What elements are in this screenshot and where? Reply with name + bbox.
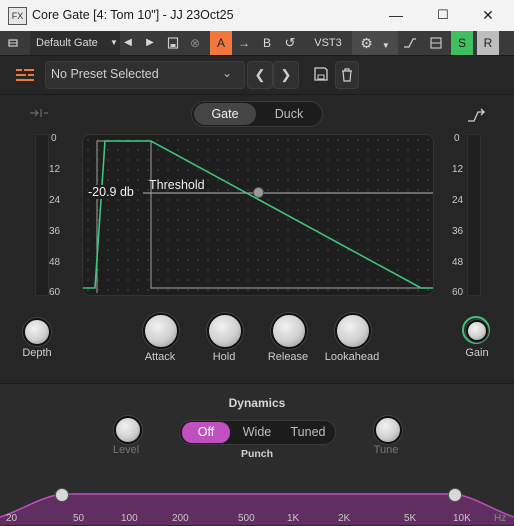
solo-button[interactable]: S xyxy=(451,31,473,55)
next-preset-button[interactable]: ❯ xyxy=(273,61,299,89)
close-button[interactable]: ✕ xyxy=(472,3,504,27)
delete-preset-button[interactable] xyxy=(335,61,359,89)
depth-label: Depth xyxy=(22,347,52,359)
punch-selector: Off Wide Tuned xyxy=(179,420,336,445)
mode-gate-option[interactable]: Gate xyxy=(194,103,256,125)
freq-tick-50: 50 xyxy=(73,513,85,524)
external-sidechain-icon[interactable] xyxy=(467,108,485,129)
freq-tick-10k: 10K xyxy=(453,513,471,524)
undo-icon[interactable]: ↺ xyxy=(282,31,298,55)
trash-icon xyxy=(342,68,352,82)
attack-label: Attack xyxy=(144,351,176,363)
gate-curve xyxy=(83,140,433,289)
tune-label: Tune xyxy=(373,444,399,456)
meter-scale-right-36: 36 xyxy=(452,226,464,237)
plugin-toolbar: Default Gate ▼ ◀ ▶ ⊗ A → B ↺ VST3 ⚙ ▼ S … xyxy=(0,31,514,56)
threshold-label: Threshold xyxy=(149,178,205,192)
mode-selector: Gate Duck xyxy=(191,101,323,127)
high-cut-handle[interactable] xyxy=(448,488,462,502)
window-title: Core Gate [4: Tom 10"] - JJ 23Oct25 xyxy=(32,8,234,22)
gain-label: Gain xyxy=(465,347,489,359)
preset-bar: No Preset Selected ⌄ ❮ ❯ xyxy=(0,56,514,95)
chevron-left-icon: ❮ xyxy=(254,67,266,82)
release-knob[interactable] xyxy=(271,313,307,349)
meter-scale-left-48: 48 xyxy=(49,257,61,268)
punch-label: Punch xyxy=(240,448,274,460)
pin-icon[interactable] xyxy=(4,31,22,55)
freq-tick-2k: 2K xyxy=(338,513,351,524)
sidechain-input-icon[interactable] xyxy=(30,106,48,124)
meter-scale-left-60: 60 xyxy=(49,287,61,298)
level-knob[interactable] xyxy=(114,416,142,444)
tune-knob[interactable] xyxy=(374,416,402,444)
freq-unit: Hz xyxy=(494,513,507,524)
depth-knob[interactable] xyxy=(23,318,51,346)
ab-b-button[interactable]: B xyxy=(259,31,275,55)
meter-scale-left-0: 0 xyxy=(51,133,57,144)
release-label: Release xyxy=(267,351,309,363)
copy-a-to-b-icon[interactable]: → xyxy=(236,31,252,55)
meter-scale-left-12: 12 xyxy=(49,164,61,175)
toolbar-preset-label: Default Gate xyxy=(36,37,98,49)
chevron-down-icon: ▼ xyxy=(110,38,118,47)
input-meter xyxy=(35,134,49,296)
sidechain-routing-icon[interactable] xyxy=(402,31,418,55)
level-label: Level xyxy=(112,444,140,456)
meter-scale-left-24: 24 xyxy=(49,195,61,206)
preset-name: No Preset Selected xyxy=(51,67,159,81)
meter-scale-left-36: 36 xyxy=(49,226,61,237)
maximize-button[interactable]: ☐ xyxy=(427,3,459,27)
save-icon[interactable] xyxy=(166,31,180,55)
menu-icon[interactable] xyxy=(16,67,34,88)
chevron-down-icon: ▼ xyxy=(381,41,390,50)
plugin-format-label: VST3 xyxy=(314,37,342,49)
window-title-bar: FX Core Gate [4: Tom 10"] - JJ 23Oct25 —… xyxy=(0,0,514,31)
chevron-down-icon: ⌄ xyxy=(222,66,233,80)
settings-menu[interactable]: ⚙ ▼ xyxy=(352,31,398,55)
window-layout-icon[interactable] xyxy=(428,31,444,55)
chevron-right-icon: ❯ xyxy=(280,67,292,82)
output-meter xyxy=(467,134,481,296)
bypass-icon[interactable]: ⊗ xyxy=(188,31,202,55)
freq-tick-20: 20 xyxy=(6,513,18,524)
attack-knob[interactable] xyxy=(143,313,179,349)
meter-scale-right-12: 12 xyxy=(452,164,464,175)
meter-scale-right-0: 0 xyxy=(454,133,460,144)
freq-tick-500: 500 xyxy=(238,513,255,524)
envelope-outline xyxy=(96,140,428,293)
toolbar-preset-menu[interactable]: Default Gate ▼ xyxy=(30,31,120,55)
punch-off-option[interactable]: Off xyxy=(182,422,230,443)
minimize-button[interactable]: — xyxy=(380,3,412,27)
freq-tick-1k: 1K xyxy=(287,513,300,524)
gate-envelope-display[interactable]: -20.9 db Threshold xyxy=(82,134,434,296)
meter-scale-right-60: 60 xyxy=(452,287,464,298)
record-button[interactable]: R xyxy=(477,31,499,55)
previous-preset-button[interactable]: ❮ xyxy=(247,61,273,89)
dynamics-title: Dynamics xyxy=(228,396,286,410)
meter-scale-right-24: 24 xyxy=(452,195,464,206)
lookahead-label: Lookahead xyxy=(324,351,380,363)
threshold-handle[interactable] xyxy=(253,187,264,198)
punch-wide-option[interactable]: Wide xyxy=(234,422,280,443)
threshold-value: -20.9 db xyxy=(88,185,134,199)
hold-label: Hold xyxy=(212,351,236,363)
freq-tick-5k: 5K xyxy=(404,513,417,524)
ab-a-button[interactable]: A xyxy=(210,31,232,55)
punch-tuned-option[interactable]: Tuned xyxy=(284,422,332,443)
gain-knob[interactable] xyxy=(466,320,488,342)
hold-knob[interactable] xyxy=(207,313,243,349)
frequency-band-display[interactable]: 20 50 100 200 500 1K 2K 5K 10K Hz xyxy=(0,487,514,525)
freq-tick-100: 100 xyxy=(121,513,138,524)
save-preset-icon[interactable] xyxy=(313,66,329,87)
preset-selector[interactable]: No Preset Selected ⌄ xyxy=(45,61,245,89)
lookahead-knob[interactable] xyxy=(335,313,371,349)
gear-icon: ⚙ xyxy=(360,35,373,51)
prev-preset-icon[interactable]: ◀ xyxy=(122,31,134,55)
freq-tick-200: 200 xyxy=(172,513,189,524)
fx-badge: FX xyxy=(8,7,27,25)
meter-scale-right-48: 48 xyxy=(452,257,464,268)
low-cut-handle[interactable] xyxy=(55,488,69,502)
next-preset-icon[interactable]: ▶ xyxy=(144,31,156,55)
mode-duck-option[interactable]: Duck xyxy=(258,103,320,125)
